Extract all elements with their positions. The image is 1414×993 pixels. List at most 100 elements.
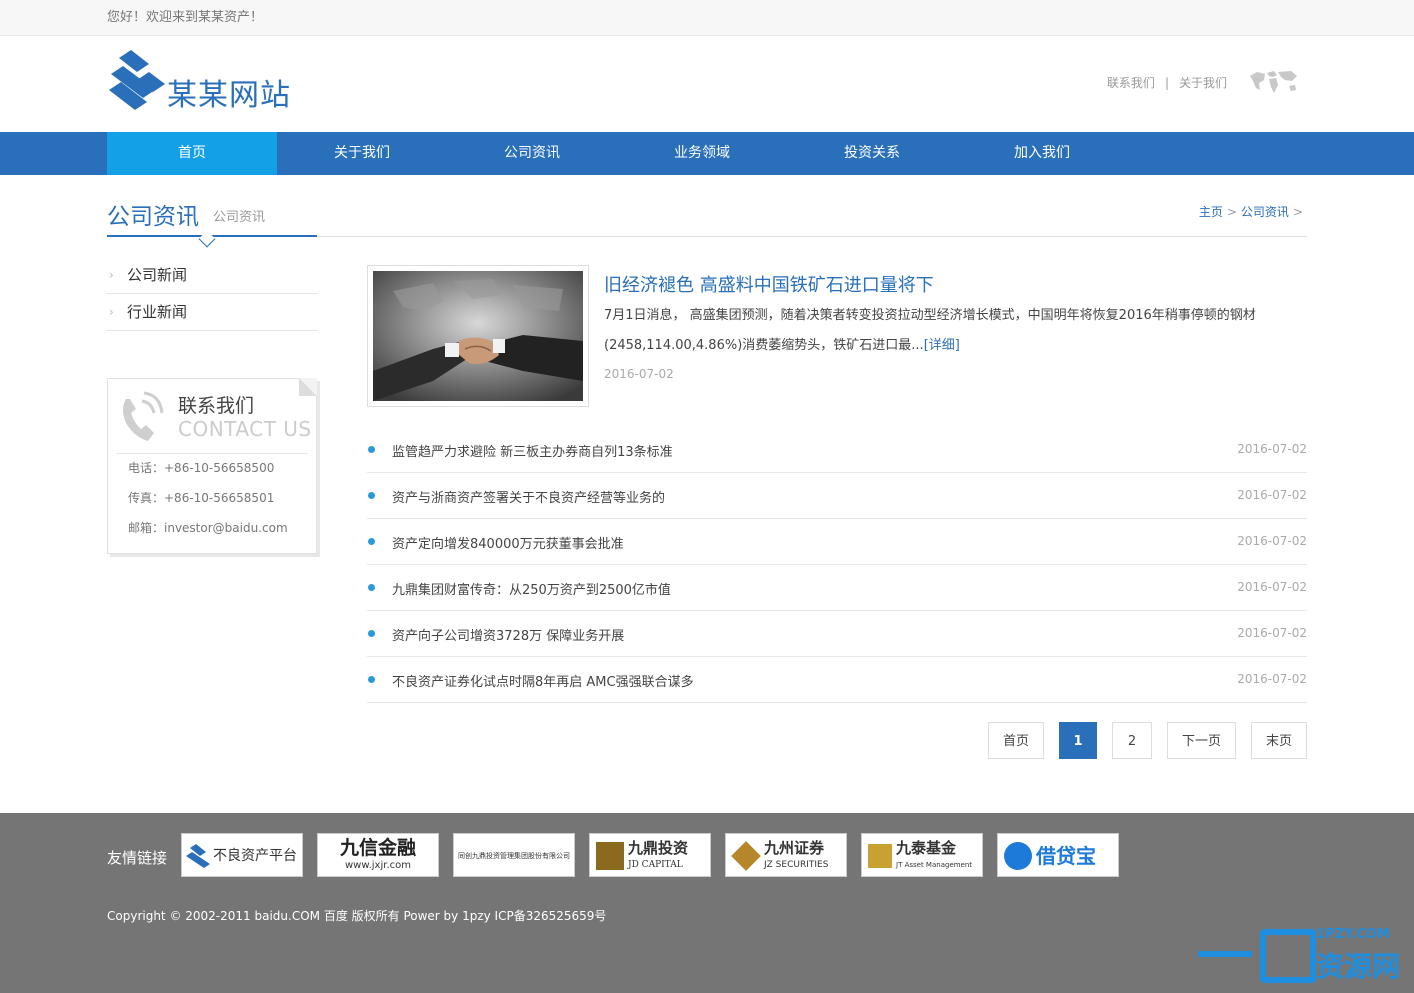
pagination: 首页 1 2 下一页 末页 — [987, 722, 1307, 759]
nav-item-news[interactable]: 公司资讯 — [447, 132, 617, 175]
sidebar-item-label: 行业新闻 — [127, 303, 188, 321]
list-item[interactable]: 资产向子公司增资3728万 保障业务开展 2016-07-02 — [367, 611, 1307, 657]
header-link-contact[interactable]: 联系我们 — [1107, 76, 1155, 90]
world-map-icon — [1250, 71, 1297, 93]
news-date: 2016-07-02 — [1237, 626, 1307, 640]
header-link-separator: | — [1164, 76, 1169, 90]
header: 某某网站 联系我们 | 关于我们 — [0, 36, 1414, 132]
news-date: 2016-07-02 — [1237, 488, 1307, 502]
contact-title: 联系我们 — [178, 395, 255, 417]
chevron-right-icon: › — [109, 305, 114, 319]
page-title: 公司资讯 — [107, 204, 199, 230]
featured-date: 2016-07-02 — [604, 367, 674, 381]
contact-box: 联系我们 CONTACT US 电话：+86-10-56658500 传真：+8… — [107, 378, 317, 554]
news-title[interactable]: 监管趋严力求避险 新三板主办券商自列13条标准 — [392, 441, 673, 460]
page-1-button[interactable]: 1 — [1058, 722, 1097, 759]
handshake-image-icon — [373, 271, 583, 401]
list-item[interactable]: 监管趋严力求避险 新三板主办券商自列13条标准 2016-07-02 — [367, 427, 1307, 473]
partner-name: 不良资产平台 — [213, 848, 297, 864]
content-area: 公司资讯 公司资讯 主页 > 公司资讯 > › 公司新闻 › 行业新闻 联系我们 CO… — [107, 175, 1307, 813]
copyright: Copyright © 2002-2011 baidu.COM 百度 版权所有 … — [107, 909, 607, 923]
chevron-right-icon: › — [109, 268, 114, 282]
title-arrow-icon — [198, 230, 216, 248]
list-item[interactable]: 不良资产证券化试点时隔8年再启 AMC强强联合谋多 2016-07-02 — [367, 657, 1307, 703]
top-bar: 您好！欢迎来到某某资产！ — [0, 0, 1414, 36]
page-2-button[interactable]: 2 — [1111, 722, 1152, 759]
contact-divider — [116, 453, 308, 454]
site-logo[interactable]: 某某网站 — [107, 50, 297, 116]
page-subtitle: 公司资讯 — [213, 210, 266, 225]
breadcrumb-home[interactable]: 主页 — [1199, 205, 1223, 219]
watermark-logo-icon — [1260, 929, 1316, 983]
news-date: 2016-07-02 — [1237, 580, 1307, 594]
partner-link-npl[interactable]: 不良资产平台 — [181, 833, 303, 877]
page-last-button[interactable]: 末页 — [1250, 722, 1307, 759]
news-date: 2016-07-02 — [1237, 534, 1307, 548]
partner-link-tcjd[interactable]: 同创九鼎投资管理集团股份有限公司 — [453, 833, 575, 877]
partner-sub: JT Asset Management — [896, 861, 973, 869]
partner-link-jt-fund[interactable]: 九泰基金 JT Asset Management — [861, 833, 983, 877]
breadcrumb: 主页 > 公司资讯 > — [1199, 203, 1307, 220]
list-item[interactable]: 资产与浙商资产签署关于不良资产经营等业务的 2016-07-02 — [367, 473, 1307, 519]
page-first-button[interactable]: 首页 — [987, 722, 1044, 759]
header-links: 联系我们 | 关于我们 — [1107, 74, 1227, 91]
partner-link-jxjr[interactable]: 九信金融 www.jxjr.com — [317, 833, 439, 877]
page-next-button[interactable]: 下一页 — [1166, 722, 1236, 759]
sidebar-item-label: 公司新闻 — [127, 266, 188, 284]
news-list: 监管趋严力求避险 新三板主办券商自列13条标准 2016-07-02 资产与浙商资… — [367, 427, 1307, 703]
breadcrumb-sep: > — [1226, 205, 1237, 219]
bullet-dot-icon — [368, 446, 375, 453]
partner-name: 借贷宝 — [1036, 844, 1096, 868]
partner-logo-icon — [1004, 842, 1032, 870]
featured-title[interactable]: 旧经济褪色 高盛料中国铁矿石进口量将下 — [604, 271, 934, 297]
list-item[interactable]: 九鼎集团财富传奇：从250万资产到2500亿市值 2016-07-02 — [367, 565, 1307, 611]
featured-description: 7月1日消息， 高盛集团预测，随着决策者转变投资拉动型经济增长模式，中国明年将恢… — [604, 301, 1307, 361]
news-title[interactable]: 资产与浙商资产签署关于不良资产经营等业务的 — [392, 487, 665, 506]
nav-item-business[interactable]: 业务领域 — [617, 132, 787, 175]
sidebar-item-industry-news[interactable]: › 行业新闻 — [107, 294, 317, 331]
main-nav: 首页 关于我们 公司资讯 业务领域 投资关系 加入我们 — [0, 132, 1414, 175]
news-title[interactable]: 资产向子公司增资3728万 保障业务开展 — [392, 625, 624, 644]
bullet-dot-icon — [368, 584, 375, 591]
site-name: 某某网站 — [167, 78, 291, 113]
nav-item-about[interactable]: 关于我们 — [277, 132, 447, 175]
page-fold-icon — [299, 378, 317, 396]
partner-name: 同创九鼎投资管理集团股份有限公司 — [458, 852, 570, 860]
news-title[interactable]: 九鼎集团财富传奇：从250万资产到2500亿市值 — [392, 579, 671, 598]
breadcrumb-sep: > — [1292, 205, 1303, 219]
welcome-text: 您好！欢迎来到某某资产！ — [107, 10, 264, 25]
partner-link-jiedaibao[interactable]: 借贷宝 — [997, 833, 1119, 877]
nav-item-investor[interactable]: 投资关系 — [787, 132, 957, 175]
friend-links: 不良资产平台 九信金融 www.jxjr.com 同创九鼎投资管理集团股份有限公… — [181, 833, 1119, 877]
partner-logo-icon — [596, 842, 624, 870]
footer: 友情链接 不良资产平台 九信金融 www.jxjr.com 同创九鼎投资管理集团… — [0, 813, 1414, 993]
bullet-dot-icon — [368, 492, 375, 499]
watermark: 1PZY.COM 资源网 — [1198, 927, 1408, 989]
logo-stripes-icon — [109, 50, 165, 110]
watermark-text: 资源网 — [1316, 950, 1401, 983]
partner-sub: JD CAPITAL — [628, 860, 683, 870]
featured-more-link[interactable]: [详细] — [924, 338, 960, 353]
breadcrumb-current[interactable]: 公司资讯 — [1241, 205, 1289, 219]
list-item[interactable]: 资产定向增发840000万元获董事会批准 2016-07-02 — [367, 519, 1307, 565]
nav-item-join[interactable]: 加入我们 — [957, 132, 1127, 175]
partner-link-jz-securities[interactable]: 九州证券 JZ SECURITIES — [725, 833, 847, 877]
header-link-about[interactable]: 关于我们 — [1179, 76, 1227, 90]
contact-phone: 电话：+86-10-56658500 — [128, 461, 275, 475]
contact-fax: 传真：+86-10-56658501 — [128, 491, 275, 505]
watermark-sub: 1PZY.COM — [1316, 927, 1390, 942]
news-date: 2016-07-02 — [1237, 442, 1307, 456]
bullet-dot-icon — [368, 676, 375, 683]
bullet-dot-icon — [368, 630, 375, 637]
sidebar: › 公司新闻 › 行业新闻 联系我们 CONTACT US 电话：+86-10-… — [107, 257, 317, 554]
partner-logo-icon — [731, 841, 761, 871]
news-title[interactable]: 不良资产证券化试点时隔8年再启 AMC强强联合谋多 — [392, 671, 694, 690]
featured-image[interactable] — [367, 265, 589, 407]
page-title-row: 公司资讯 公司资讯 主页 > 公司资讯 > — [107, 175, 1307, 248]
news-title[interactable]: 资产定向增发840000万元获董事会批准 — [392, 533, 624, 552]
sidebar-item-company-news[interactable]: › 公司新闻 — [107, 257, 317, 294]
partner-link-jd-capital[interactable]: 九鼎投资 JD CAPITAL — [589, 833, 711, 877]
partner-sub: JZ SECURITIES — [764, 860, 829, 870]
phone-icon — [123, 391, 164, 441]
nav-item-home[interactable]: 首页 — [107, 132, 277, 175]
